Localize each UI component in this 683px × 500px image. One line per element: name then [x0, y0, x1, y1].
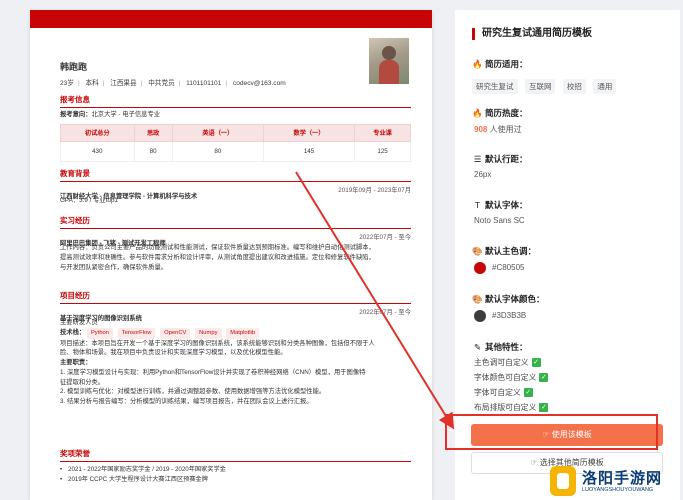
highlight-box: [445, 414, 658, 450]
duty-item: 3. 结果分析与报告编写：分析模型的训练结果，编写项目报告，并在团队会议上进行汇…: [60, 398, 313, 406]
info-party: 中共党员: [148, 80, 175, 87]
check-icon: ✓: [539, 373, 549, 383]
score-header: 思政: [133, 123, 173, 142]
heat-value: 908 人使用过: [474, 125, 522, 134]
tech-tag: Numpy: [195, 327, 222, 339]
fire-icon: 🔥: [472, 59, 483, 69]
check-icon: ✓: [523, 388, 533, 398]
section-title: 项目经历: [60, 290, 411, 304]
logo-icon: [550, 466, 576, 496]
tag-chip[interactable]: 研究生复试: [472, 79, 518, 94]
watermark-logo: 洛阳手游网 LUOYANGSHOUYOUWANG: [546, 462, 683, 500]
score-cell: 125: [354, 140, 411, 162]
resume-name: 韩跑跑: [60, 62, 88, 72]
check-icon: ✓: [531, 358, 541, 368]
font-value: Noto Sans SC: [474, 216, 525, 225]
font-color-value: #3D3B3B: [474, 310, 526, 322]
tech-tag: TensorFlow: [117, 327, 156, 339]
feature-item: 主色调可自定义 ✓: [474, 358, 541, 368]
resume-contact-info: 23岁 | 本科 | 江西果县 | 中共党员 | 1101101101 | codecv@…: [60, 80, 286, 87]
section-education: 教育背景 江西财经大学 - 信息管理学院 - 计算机科学与技术 2019年09月…: [60, 168, 411, 206]
section-awards: 奖项荣誉 2021 - 2022年国家励志奖学金 / 2019 - 2020年国…: [60, 448, 411, 485]
font-icon: T: [474, 200, 481, 210]
project-desc: 项目描述：本项目旨在开发一个基于深度学习的图像识别系统，该系统能够识别和分类各种…: [60, 339, 375, 347]
section-project: 项目经历 基于深度学习的图像识别系统 2022年07月 - 至今 主要研发人员 …: [60, 290, 411, 407]
lineheight-value: 26px: [474, 170, 492, 179]
font-color-swatch: [474, 310, 486, 322]
theme-swatch: [474, 262, 486, 274]
intern-date: 2022年07月 - 至今: [359, 234, 411, 241]
section-title: 教育背景: [60, 168, 411, 182]
fire-icon: 🔥: [472, 108, 483, 118]
tag-chip[interactable]: 通用: [593, 79, 617, 94]
score-header: 英语（一）: [171, 123, 264, 142]
feature-item: 字体颜色可自定义 ✓: [474, 373, 549, 383]
use-label: 🔥 简历适用：: [472, 59, 528, 69]
tech-tag: Matplotlib: [226, 327, 260, 339]
intern-line: 与开发团队紧密合作，确保软件质量。: [60, 263, 168, 271]
hand-icon: ☞: [530, 458, 540, 467]
info-hometown: 江西果县: [110, 80, 137, 87]
theme-color-value: #C80505: [474, 262, 524, 274]
feature-item: 字体可自定义 ✓: [474, 388, 533, 398]
score-header: 专业课: [354, 123, 411, 142]
score-cell: 145: [262, 140, 356, 162]
section-title: 奖项荣誉: [60, 448, 411, 462]
resume-header-bar: [30, 10, 432, 28]
intern-line: 提高测试效率和准确性。参与软件需求分析和设计评审，从测试角度提出建议和改进措施。…: [60, 253, 375, 261]
info-degree: 本科: [85, 80, 99, 87]
watermark-title: 洛阳手游网: [582, 470, 663, 487]
font-color-label: 🎨 默认字体颜色：: [472, 294, 545, 304]
tech-stack: 技术栈： Python TensorFlow OpenCV Numpy Matp…: [60, 327, 411, 339]
score-cell: 80: [171, 140, 264, 162]
lineheight-label: ☰ 默认行距：: [473, 154, 528, 164]
score-header: 初试总分: [60, 123, 135, 142]
score-table: 初试总分 思政 英语（一） 数学（一） 专业课 430 80 80 145 12…: [60, 123, 411, 162]
section-internship: 实习经历 阿里巴巴集团 - 飞猪 - 测试开发工程师 2022年07月 - 至今…: [60, 215, 411, 272]
font-label: T 默认字体：: [472, 199, 528, 211]
award-item: 2021 - 2022年国家励志奖学金 / 2019 - 2020年国家奖学金: [60, 465, 411, 475]
info-phone: 1101101101: [186, 80, 222, 87]
section-apply: 报考信息 报考意向：北京大学 - 电子信息专业 初试总分 思政 英语（一） 数学…: [60, 94, 411, 162]
duty-item: 征提取和分类。: [60, 378, 105, 386]
avatar-photo: [369, 38, 409, 84]
edu-date: 2019年09月 - 2023年07月: [338, 187, 411, 194]
duty-item: 1. 深度学习模型设计与实现：利用Python和TensorFlow设计并实现了…: [60, 368, 366, 376]
intern-company: 阿里巴巴集团 - 飞猪 - 测试开发工程师: [60, 240, 166, 247]
duty-item: 2. 模型训练与优化：对模型进行训练，并通过调整超参数、使用数据增强等方法优化模…: [60, 388, 326, 396]
edu-school: 江西财经大学 - 信息管理学院 - 计算机科学与技术: [60, 193, 198, 200]
tag-list: 研究生复试 互联网 校招 通用: [472, 76, 619, 94]
theme-color-label: 🎨 默认主色调：: [472, 246, 537, 256]
resume-preview: 韩跑跑 23岁 | 本科 | 江西果县 | 中共党员 | 1101101101 | cod…: [30, 10, 432, 500]
line-spacing-icon: ☰: [473, 154, 482, 164]
info-email: codecv@163.com: [232, 80, 286, 87]
tech-tag: Python: [86, 327, 113, 339]
feature-item: 布局排版可自定义 ✓: [474, 403, 549, 413]
check-icon: ✓: [539, 403, 549, 413]
tag-chip[interactable]: 校招: [562, 79, 586, 94]
project-desc: 脸、物体和场景。我在项目中负责设计和实现深度学习模型，以及优化模型性能。: [60, 349, 287, 357]
feature-icon: ✎: [473, 342, 482, 352]
project-date: 2022年07月 - 至今: [359, 309, 411, 316]
tech-tag: OpenCV: [160, 327, 191, 339]
duty-label: 主要职责：: [60, 359, 92, 367]
palette-icon: 🎨: [472, 294, 483, 304]
palette-icon: 🎨: [472, 246, 483, 256]
section-title: 实习经历: [60, 215, 411, 229]
project-name: 基于深度学习的图像识别系统: [60, 315, 142, 322]
award-item: 2019年 CCPC 大学生程序设计大赛江西区预赛金牌: [60, 475, 411, 485]
heat-label: 🔥 简历热度：: [472, 108, 528, 118]
panel-title: 研究生复试通用简历模板: [472, 28, 592, 40]
score-header: 数学（一）: [262, 123, 356, 142]
score-cell: 80: [133, 140, 173, 162]
watermark-subtitle: LUOYANGSHOUYOUWANG: [582, 487, 654, 493]
section-title: 报考信息: [60, 94, 411, 108]
features-label: ✎ 其他特性：: [473, 342, 528, 352]
info-age: 23岁: [60, 80, 74, 87]
score-cell: 430: [60, 140, 135, 162]
apply-direction: 报考意向：北京大学 - 电子信息专业: [60, 111, 161, 118]
tag-chip[interactable]: 互联网: [524, 79, 556, 94]
